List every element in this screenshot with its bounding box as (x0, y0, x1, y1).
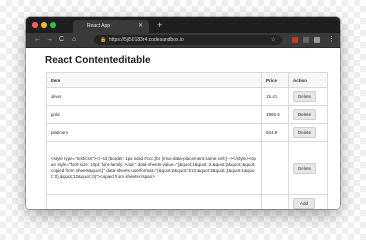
item-cell[interactable]: platinum (46, 123, 262, 142)
home-button[interactable]: ⌂ (72, 33, 76, 47)
minimize-window-button[interactable] (41, 22, 47, 28)
item-cell[interactable]: silver (46, 87, 262, 106)
action-cell: Delete (288, 123, 328, 142)
extension-icon[interactable] (303, 37, 309, 43)
table-row: gold 1966.5 Delete (46, 105, 328, 124)
add-row: Add (46, 194, 328, 209)
table-row: platinum 924.9 Delete (46, 123, 328, 142)
action-cell: Delete (288, 87, 328, 106)
back-button[interactable]: ← (34, 33, 41, 47)
items-table: Item Price Action silver 15.41 Delete go… (46, 72, 328, 209)
reload-button[interactable]: C (59, 33, 64, 47)
tab-title: React App (87, 23, 111, 29)
price-cell[interactable]: 15.41 (261, 87, 289, 106)
add-button[interactable]: Add (293, 198, 316, 209)
extension-icon[interactable] (314, 37, 320, 43)
price-cell[interactable]: 1966.5 (261, 105, 289, 124)
tab-bar: React App ✕ + (26, 17, 340, 33)
window-controls (32, 22, 56, 28)
table-row: silver 15.41 Delete (46, 87, 328, 106)
action-cell: Add (288, 194, 328, 209)
browser-toolbar: ← → C ⌂ 🔒 https://5jl50183r4.codesandbox… (26, 33, 340, 48)
page-content: React Contenteditable Item Price Action … (26, 48, 340, 209)
item-cell[interactable]: <style type="text/css"><!--td {border: 1… (46, 141, 262, 195)
delete-button[interactable]: Delete (293, 127, 317, 138)
table-header-row: Item Price Action (46, 72, 328, 88)
action-cell: Delete (288, 105, 328, 124)
menu-icon[interactable]: ⋮ (328, 33, 335, 47)
browser-tab[interactable]: React App ✕ (73, 20, 149, 33)
lock-icon: 🔒 (100, 37, 107, 43)
empty-cell (261, 194, 289, 209)
delete-button[interactable]: Delete (293, 109, 317, 120)
address-url: https://5jl50183r4.codesandbox.io (109, 37, 184, 43)
extension-icon[interactable] (292, 37, 298, 43)
tab-close-icon[interactable]: ✕ (138, 20, 143, 33)
empty-cell (46, 194, 262, 209)
page-title: React Contenteditable (45, 55, 151, 66)
forward-button[interactable]: → (46, 33, 53, 47)
delete-button[interactable]: Delete (293, 162, 317, 174)
new-tab-button[interactable]: + (157, 19, 162, 31)
browser-window: React App ✕ + ← → C ⌂ 🔒 https://5jl50183… (26, 17, 340, 209)
delete-button[interactable]: Delete (293, 91, 317, 102)
item-cell[interactable]: gold (46, 105, 262, 124)
column-header-action: Action (288, 72, 328, 88)
address-bar[interactable]: 🔒 https://5jl50183r4.codesandbox.io ☆ (94, 35, 282, 45)
close-window-button[interactable] (32, 22, 38, 28)
bookmark-star-icon[interactable]: ☆ (271, 35, 276, 45)
price-cell[interactable]: 924.9 (261, 123, 289, 142)
maximize-window-button[interactable] (50, 22, 56, 28)
price-cell[interactable] (261, 141, 289, 195)
table-row: <style type="text/css"><!--td {border: 1… (46, 141, 328, 195)
column-header-item: Item (46, 72, 262, 88)
action-cell: Delete (288, 141, 328, 195)
column-header-price: Price (261, 72, 289, 88)
